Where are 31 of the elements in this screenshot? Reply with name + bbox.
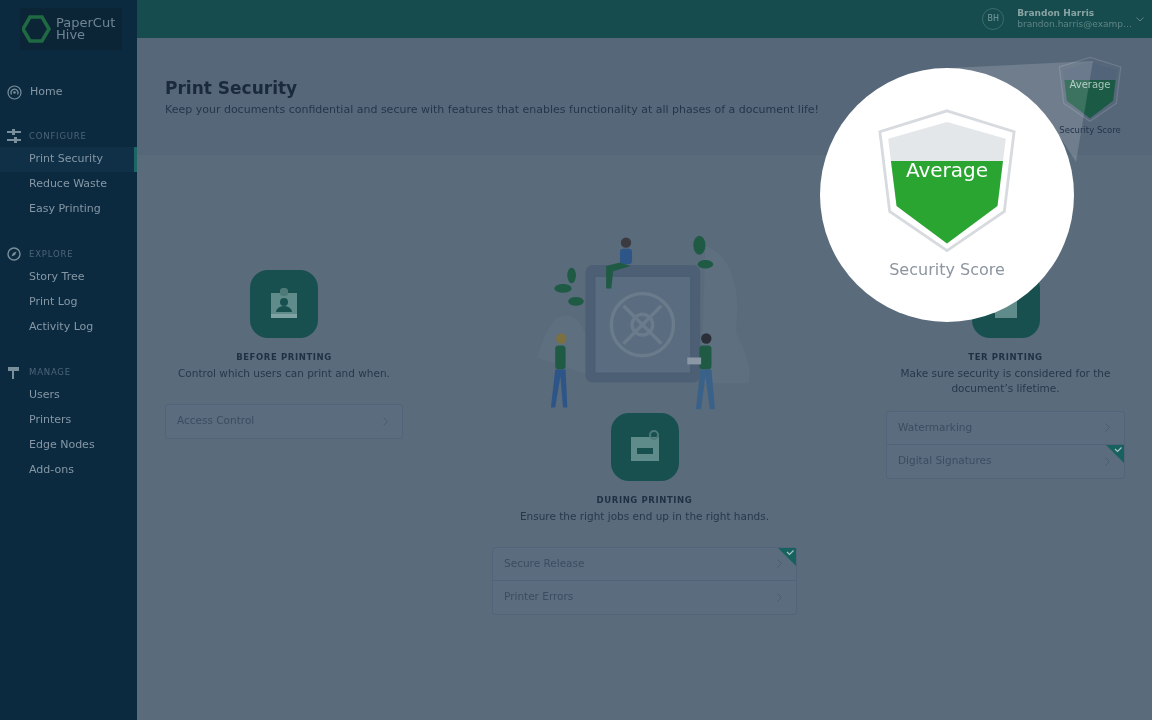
score-label: Security Score xyxy=(889,259,1005,281)
phase-label: TER PRINTING xyxy=(968,351,1043,364)
nav-item[interactable]: Edge Nodes xyxy=(0,433,137,458)
section-heading: CONFIGURE xyxy=(29,129,87,143)
nav-item[interactable]: Add-ons xyxy=(0,458,137,483)
nav-item[interactable]: Print Log xyxy=(0,290,137,315)
nav-item[interactable]: Activity Log xyxy=(0,315,137,340)
nav-item[interactable]: Reduce Waste xyxy=(0,172,137,197)
chevron-down-icon[interactable] xyxy=(1136,16,1144,22)
section-heading: MANAGE xyxy=(29,365,71,379)
shield-outline xyxy=(1058,56,1122,122)
broadcast-icon xyxy=(7,85,22,100)
user-email: brandon.harris@examp… xyxy=(1017,19,1132,30)
compass-icon xyxy=(7,247,21,261)
nav-item[interactable]: Easy Printing xyxy=(0,197,137,222)
page-title: Print Security xyxy=(165,78,299,99)
nav-item[interactable]: Printers xyxy=(0,408,137,433)
logo[interactable]: PaperCut Hive xyxy=(20,8,122,50)
phase-label: BEFORE PRINTING xyxy=(236,351,332,364)
user-name: Brandon Harris xyxy=(1017,8,1096,19)
score-rating: Average xyxy=(1068,79,1112,90)
nav-item[interactable]: Story Tree xyxy=(0,265,137,290)
sliders-icon xyxy=(7,129,21,143)
nav-item[interactable]: Users xyxy=(0,383,137,408)
section-heading: EXPLORE xyxy=(29,247,74,261)
score-rating: Average xyxy=(904,159,990,180)
signpost-icon xyxy=(7,365,21,379)
nav-item[interactable]: Print Security xyxy=(0,147,137,172)
nav-item[interactable]: Home xyxy=(0,80,137,105)
nav-label: Home xyxy=(30,84,63,101)
phase-label: DURING PRINTING xyxy=(596,494,693,507)
